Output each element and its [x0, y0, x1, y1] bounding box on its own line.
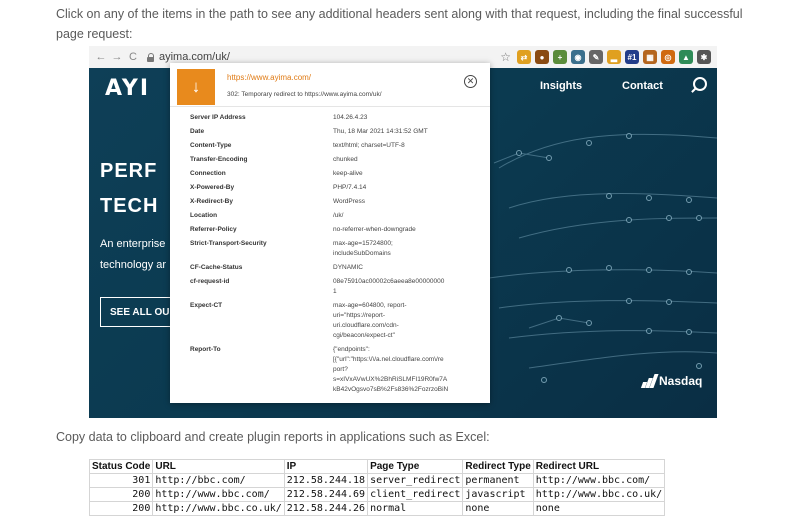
close-icon[interactable]: ✕: [464, 75, 477, 88]
forward-button[interactable]: →: [109, 51, 125, 63]
nasdaq-logo-icon: [640, 374, 659, 388]
back-button[interactable]: ←: [93, 51, 109, 63]
table-cell: http://www.bbc.co.uk/: [152, 501, 285, 516]
table-cell: 301: [88, 473, 154, 488]
address-bar[interactable]: ayima.com/uk/: [159, 51, 230, 63]
header-value: 104.26.4.23: [333, 114, 368, 121]
header-value: Thu, 18 Mar 2021 14:31:52 GMT: [333, 128, 428, 135]
header-value: no-referrer-when-downgrade: [333, 226, 416, 233]
table-cell: permanent: [462, 473, 534, 488]
redirect-status: 302: Temporary redirect to https://www.a…: [227, 91, 382, 98]
table-header-row: Status Code URL IP Page Type Redirect Type Re…: [88, 459, 666, 474]
header-value: DYNAMIC: [333, 264, 363, 271]
table-cell: none: [462, 501, 534, 516]
table-cell: 200: [88, 487, 154, 502]
table-row: 200 http://www.bbc.co.uk/212.58.244.26 nor…: [88, 501, 666, 516]
header-value: /uk/: [333, 212, 344, 219]
table-cell: none: [532, 501, 666, 516]
table-cell: client_redirect: [367, 487, 464, 502]
extension-icon[interactable]: ●: [535, 50, 549, 64]
chart-extension-icon[interactable]: ▂: [607, 50, 621, 64]
reload-button[interactable]: C: [125, 51, 141, 63]
redirect-path-icon[interactable]: ⇄: [517, 50, 531, 64]
header-value: 08e75910ac00002c6aeea8e00000000 1: [333, 278, 445, 295]
table-cell: server_redirect: [367, 473, 464, 488]
extension-toolbar: ⇄ ● + ◉ ✎ ▂ #1 ▦ ◎ ▲ ✱: [517, 50, 711, 64]
table-cell: 212.58.244.69: [283, 487, 369, 502]
table-cell: http://www.bbc.com/: [152, 487, 285, 502]
table-cell: http://www.bbc.com/: [532, 473, 666, 488]
header-key: Report-To: [190, 346, 221, 353]
header-value: max-age=604800, report- uri="https://rep…: [333, 302, 407, 339]
intro-paragraph: Click on any of the items in the path to…: [56, 7, 743, 41]
table-cell: 200: [88, 501, 154, 516]
plus-extension-icon[interactable]: +: [553, 50, 567, 64]
header-value: PHP/7.4.14: [333, 184, 367, 191]
header-key: X-Powered-By: [190, 184, 235, 191]
header-value: WordPress: [333, 198, 366, 205]
header-value: max-age=15724800; includeSubDomains: [333, 240, 393, 257]
table-cell: 212.58.244.26: [283, 501, 369, 516]
search-icon[interactable]: [693, 77, 707, 91]
header-key: Content-Type: [190, 142, 232, 149]
header-key: Date: [190, 128, 205, 135]
table-cell: 212.58.244.18: [283, 473, 369, 488]
header-key: Referrer-Policy: [190, 226, 237, 233]
request-url[interactable]: https://www.ayima.com/: [227, 73, 311, 82]
header-value: chunked: [333, 156, 358, 163]
table-cell: normal: [367, 501, 464, 516]
header-key: Server IP Address: [190, 114, 246, 121]
table-row: 301 http://bbc.com/212.58.244.18 server_re…: [88, 473, 666, 488]
table-row: 200 http://www.bbc.com/212.58.244.69 clien…: [88, 487, 666, 502]
table-cell: http://www.bbc.co.uk/: [532, 487, 666, 502]
puzzle-extension-icon[interactable]: ✱: [697, 50, 711, 64]
table-cell: javascript: [462, 487, 534, 502]
moz-extension-icon[interactable]: ◎: [661, 50, 675, 64]
table-cell: http://bbc.com/: [152, 473, 285, 488]
site-logo[interactable]: AYI: [105, 76, 150, 101]
header-key: X-Redirect-By: [190, 198, 233, 205]
partner-name: Nasdaq: [659, 374, 703, 388]
report-table: Status Code URL IP Page Type Redirect Type Re…: [88, 459, 666, 516]
table-body: 301 http://bbc.com/212.58.244.18 server_re…: [88, 473, 666, 516]
header-key: cf-request-id: [190, 278, 230, 285]
grid-extension-icon[interactable]: ▦: [643, 50, 657, 64]
redirect-arrow-icon: ↓: [177, 69, 215, 105]
header-key: Strict-Transport-Security: [190, 240, 267, 247]
rank-extension-icon[interactable]: #1: [625, 50, 639, 64]
eye-extension-icon[interactable]: ◉: [571, 50, 585, 64]
header-key: Transfer-Encoding: [190, 156, 248, 163]
partner-logo: Nasdaq: [640, 374, 702, 388]
hero-heading-line2: TECH: [100, 195, 159, 217]
nav-insights[interactable]: Insights: [540, 80, 582, 92]
column-header: Redirect Type: [462, 459, 534, 474]
column-header: Redirect URL: [532, 459, 666, 474]
column-header: Status Code: [88, 459, 154, 474]
header-value: text/html; charset=UTF-8: [333, 142, 405, 149]
hero-subtext-line1: An enterprise: [100, 238, 166, 250]
header-key: CF-Cache-Status: [190, 264, 243, 271]
header-value: {"endpoints": [{"url":"https:\/\/a.nel.c…: [333, 346, 449, 393]
redirect-path-popup: ↓ https://www.ayima.com/ 302: Temporary …: [170, 63, 490, 403]
header-value: keep-alive: [333, 170, 363, 177]
tree-extension-icon[interactable]: ▲: [679, 50, 693, 64]
hero-heading-line1: PERF: [100, 160, 158, 182]
tool-extension-icon[interactable]: ✎: [589, 50, 603, 64]
nav-contact[interactable]: Contact: [622, 80, 663, 92]
column-header: Page Type: [367, 459, 464, 474]
column-header: URL: [152, 459, 285, 474]
copy-paragraph: Copy data to clipboard and create plugin…: [56, 430, 490, 444]
hero-subtext-line2: technology ar: [100, 259, 167, 271]
column-header: IP: [283, 459, 369, 474]
lock-icon[interactable]: [147, 52, 155, 62]
bookmark-star-icon[interactable]: ☆: [500, 50, 511, 64]
header-key: Location: [190, 212, 218, 219]
header-key: Expect-CT: [190, 302, 223, 309]
header-key: Connection: [190, 170, 226, 177]
popup-header: ↓ https://www.ayima.com/ 302: Temporary …: [170, 63, 490, 107]
